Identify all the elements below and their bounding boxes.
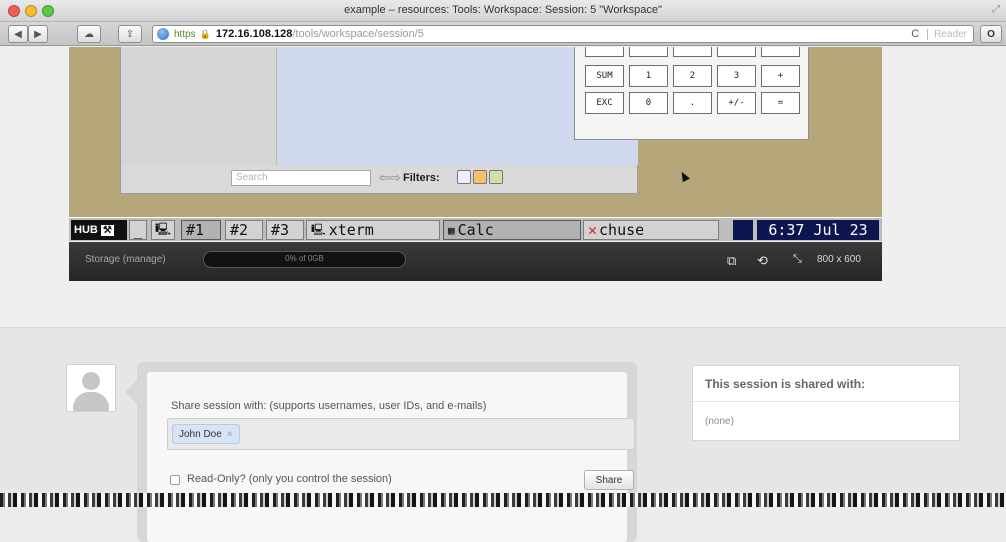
desktop-2-button[interactable]: #2 — [225, 220, 263, 240]
render-artifact-strip — [0, 493, 1006, 507]
calc-key-3[interactable]: 3 — [717, 65, 756, 87]
circle-icon: O — [987, 28, 995, 40]
storage-progress-bar: 0% of 0GB — [203, 251, 406, 268]
session-statusbar: Storage (manage) 0% of 0GB ⧉ ⟲ ⤡ 800 x 6… — [69, 242, 882, 281]
readonly-label: Read-Only? (only you control the session… — [187, 473, 392, 485]
https-label: https — [174, 28, 196, 40]
calc-key-exc[interactable]: EXC — [585, 92, 624, 114]
workspace-filters-label: Filters: — [403, 172, 440, 184]
page-content: Search ⇦⇨ Filters: SUM 1 2 3 + EXC 0 . +… — [0, 47, 1006, 542]
storage-manage-link[interactable]: Storage (manage) — [85, 254, 166, 265]
hub-tools-icon: ⚒ — [100, 224, 114, 236]
back-arrow-icon: ◀ — [14, 28, 22, 40]
resize-icon[interactable]: ⤡ — [793, 253, 802, 266]
refresh-icon[interactable]: ⟲ — [757, 253, 768, 269]
desktop-3-button[interactable]: #3 — [266, 220, 304, 240]
share-button[interactable]: Share — [584, 470, 634, 490]
calculator-icon: ▦ — [448, 223, 455, 237]
fullscreen-icon[interactable]: ⤢ — [992, 4, 1000, 15]
task-chuse[interactable]: ✕ chuse — [583, 220, 719, 240]
window-title: example – resources: Tools: Workspace: S… — [344, 4, 662, 16]
calc-key-equals[interactable]: = — [761, 92, 800, 114]
hub-logo[interactable]: HUB ⚒ — [71, 220, 127, 240]
calc-key-1[interactable]: 1 — [629, 65, 668, 87]
show-desktop-icon[interactable]: 🖳 — [151, 220, 175, 240]
avatar — [66, 364, 116, 412]
browser-toolbar: ◀ ▶ ☁ ⇪ https 🔒 172.16.108.128 /tools/wo… — [0, 22, 1006, 46]
address-bar[interactable]: https 🔒 172.16.108.128 /tools/workspace/… — [152, 25, 974, 43]
forward-arrow-icon: ▶ — [34, 28, 42, 40]
calc-key-0[interactable]: 0 — [629, 92, 668, 114]
icloud-tabs-button[interactable]: ☁ — [77, 25, 101, 43]
globe-icon — [157, 28, 169, 40]
minimize-all-button[interactable]: _ — [129, 220, 147, 240]
filter-pencil-icon[interactable] — [489, 170, 503, 184]
storage-usage-text: 0% of 0GB — [285, 254, 324, 263]
popout-icon[interactable]: ⧉ — [727, 253, 736, 269]
calc-key-negate[interactable]: +/- — [717, 92, 756, 114]
lock-icon: 🔒 — [199, 28, 211, 39]
filter-note-icon[interactable] — [473, 170, 487, 184]
cloud-icon: ☁ — [84, 28, 94, 40]
task-chuse-label: chuse — [599, 221, 645, 239]
terminal-icon: 🖳 — [311, 222, 326, 236]
url-host: 172.16.108.128 — [215, 28, 293, 40]
calc-key-decimal[interactable]: . — [673, 92, 712, 114]
share-page-button[interactable]: ⇪ — [118, 25, 142, 43]
tray-box — [733, 220, 753, 240]
calc-key[interactable] — [585, 47, 624, 57]
user-token-label: John Doe — [179, 428, 222, 440]
forward-button[interactable]: ▶ — [28, 25, 48, 43]
url-path: /tools/workspace/session/5 — [292, 28, 424, 40]
shared-with-value: (none) — [705, 416, 734, 427]
calc-key[interactable] — [673, 47, 712, 57]
downloads-button[interactable]: O — [980, 25, 1002, 43]
shared-with-title: This session is shared with: — [693, 366, 959, 402]
shared-with-panel: This session is shared with: (none) — [692, 365, 960, 441]
task-xterm-label: xterm — [328, 221, 374, 239]
task-calc-label: Calc — [457, 221, 494, 239]
share-with-label: Share session with: (supports usernames,… — [171, 400, 487, 412]
calc-key-2[interactable]: 2 — [673, 65, 712, 87]
session-desktop[interactable]: Search ⇦⇨ Filters: SUM 1 2 3 + EXC 0 . +… — [69, 47, 882, 217]
calc-key-sum[interactable]: SUM — [585, 65, 624, 87]
workspace-sidebar-pane[interactable] — [121, 47, 277, 165]
session-taskbar: HUB ⚒ _ 🖳 #1 #2 #3 🖳 xterm ▦ Calc ✕ chuse 6:… — [69, 217, 882, 241]
reader-button[interactable]: Reader — [927, 28, 973, 40]
calc-key[interactable] — [761, 47, 800, 57]
desktop-1-button[interactable]: #1 — [181, 220, 221, 240]
calc-key[interactable] — [717, 47, 756, 57]
hub-logo-text: HUB — [74, 224, 98, 236]
share-form: Share session with: (supports usernames,… — [147, 372, 635, 542]
workspace-nav-arrows[interactable]: ⇦⇨ — [379, 170, 401, 186]
share-icon: ⇪ — [125, 28, 135, 40]
back-button[interactable]: ◀ — [8, 25, 28, 43]
reload-icon[interactable]: C — [911, 28, 919, 40]
readonly-checkbox[interactable] — [170, 475, 180, 485]
calc-key-plus[interactable]: + — [761, 65, 800, 87]
resolution-label[interactable]: 800 x 600 — [817, 254, 861, 265]
remove-token-icon[interactable]: × — [227, 429, 233, 440]
filter-checkbox-icon[interactable] — [457, 170, 471, 184]
task-xterm[interactable]: 🖳 xterm — [306, 220, 440, 240]
calc-key[interactable] — [629, 47, 668, 57]
workspace-search-input[interactable]: Search — [231, 170, 371, 186]
workspace-file-window[interactable]: Search ⇦⇨ Filters: — [120, 47, 638, 194]
user-body-icon — [73, 392, 109, 411]
red-x-icon: ✕ — [588, 221, 598, 239]
share-with-input[interactable]: John Doe × — [167, 418, 635, 450]
taskbar-clock: 6:37 Jul 23 — [757, 220, 879, 240]
share-card-pointer — [125, 380, 137, 404]
calculator-window[interactable]: SUM 1 2 3 + EXC 0 . +/- = — [574, 47, 809, 140]
window-titlebar: example – resources: Tools: Workspace: S… — [0, 0, 1006, 22]
mouse-cursor-icon — [678, 169, 690, 183]
share-form-card: Share session with: (supports usernames,… — [137, 362, 637, 542]
user-head-icon — [82, 372, 100, 390]
user-token[interactable]: John Doe × — [172, 424, 240, 444]
task-calc[interactable]: ▦ Calc — [443, 220, 581, 240]
